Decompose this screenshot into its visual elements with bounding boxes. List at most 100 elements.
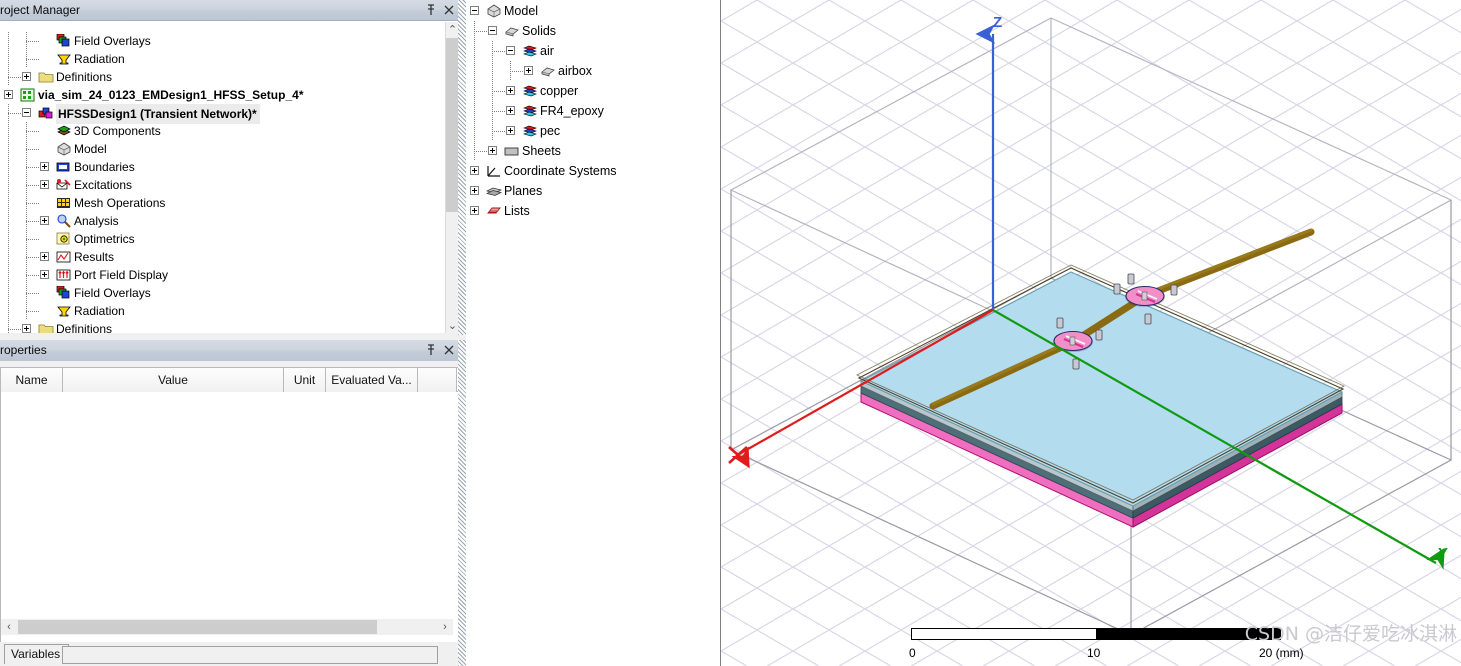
properties-column-blank[interactable] (418, 368, 457, 392)
pin-icon[interactable] (423, 342, 439, 358)
tab-variables[interactable]: Variables (4, 644, 70, 664)
project-tree-item-field-overlays-1[interactable]: Field Overlays (0, 32, 445, 50)
properties-hscrollbar-row: ‹ › (0, 619, 458, 637)
tree-toggle[interactable] (488, 26, 497, 35)
axis-triad (728, 24, 1445, 570)
properties-column-evaluated[interactable]: Evaluated Va... (326, 368, 418, 392)
tree-toggle[interactable] (506, 86, 515, 95)
properties-hscrollbar[interactable]: ‹ › (1, 619, 453, 635)
hscroll-left-button[interactable]: ‹ (1, 619, 17, 635)
properties-column-name[interactable]: Name (1, 368, 63, 392)
scale-tick-10: 10 (1087, 646, 1101, 660)
tree-toggle[interactable] (470, 206, 479, 215)
tree-toggle[interactable] (4, 90, 13, 99)
model-tree-item-air[interactable]: air (466, 41, 720, 61)
model-tree-label: airbox (558, 64, 593, 78)
model-tree-item-planes[interactable]: Planes (466, 181, 720, 201)
solid-icon (504, 24, 520, 38)
hscroll-thumb[interactable] (18, 620, 377, 634)
folder-icon (38, 322, 54, 333)
components-icon (56, 124, 72, 138)
lists-icon (486, 204, 502, 218)
material-icon (522, 44, 538, 58)
project-tree-item-model[interactable]: Model (0, 140, 445, 158)
project-tree-item-field-overlays-2[interactable]: Field Overlays (0, 284, 445, 302)
project-tree-item-definitions-1[interactable]: Definitions (0, 68, 445, 86)
model-tree-label: Coordinate Systems (504, 164, 617, 178)
project-tree-label: Radiation (74, 304, 125, 318)
properties-panel: roperties Name Value Unit Evaluated Va... (0, 340, 466, 666)
port-field-icon (56, 268, 72, 282)
project-tree-item-mesh-operations[interactable]: Mesh Operations (0, 194, 445, 212)
project-tree-item-3d-components[interactable]: 3D Components (0, 122, 445, 140)
tree-toggle[interactable] (470, 6, 479, 15)
close-icon[interactable] (441, 2, 457, 18)
model-tree-item-fr4-epoxy[interactable]: FR4_epoxy (466, 101, 720, 121)
project-tree-item-hfss-design[interactable]: HFSSDesign1 (Transient Network)* (0, 104, 445, 124)
tree-toggle[interactable] (506, 46, 515, 55)
model-tree-item-coordinate-systems[interactable]: Coordinate Systems (466, 161, 720, 181)
model-tree-panel[interactable]: Model Solids air airbox copper FR4_epoxy (466, 0, 720, 666)
project-tree-item-results[interactable]: Results (0, 248, 445, 266)
project-tree-item-radiation-1[interactable]: Radiation (0, 50, 445, 68)
model-tree-item-model[interactable]: Model (466, 1, 720, 21)
project-tree-label: Analysis (74, 214, 119, 228)
material-icon (522, 104, 538, 118)
dock-splitter-bottom[interactable] (458, 340, 466, 666)
properties-column-unit[interactable]: Unit (284, 368, 326, 392)
tree-toggle[interactable] (40, 252, 49, 261)
field-overlays-icon (56, 34, 72, 48)
chevron-right-icon: › (443, 621, 447, 633)
project-tree-label: Field Overlays (74, 286, 151, 300)
model-tree-item-pec[interactable]: pec (466, 121, 720, 141)
tree-toggle[interactable] (40, 180, 49, 189)
hscroll-right-button[interactable]: › (437, 619, 453, 635)
project-tree-item-project-root[interactable]: via_sim_24_0123_EMDesign1_HFSS_Setup_4* (0, 86, 445, 104)
model-tree-item-sheets[interactable]: Sheets (466, 141, 720, 161)
project-tree-item-definitions-2[interactable]: Definitions (0, 320, 445, 333)
project-tree-item-port-field-display[interactable]: Port Field Display (0, 266, 445, 284)
tree-toggle[interactable] (22, 72, 31, 81)
properties-titlebar: roperties (0, 340, 458, 361)
close-icon[interactable] (441, 342, 457, 358)
folder-icon (38, 70, 54, 84)
tree-toggle[interactable] (524, 66, 533, 75)
tree-toggle[interactable] (470, 166, 479, 175)
scale-tick-0: 0 (909, 646, 916, 660)
model-tree-label: Model (504, 4, 539, 18)
project-tree-item-radiation-2[interactable]: Radiation (0, 302, 445, 320)
tree-toggle[interactable] (506, 126, 515, 135)
tree-toggle[interactable] (488, 146, 497, 155)
project-manager-title: roject Manager (0, 3, 81, 17)
tree-toggle[interactable] (40, 162, 49, 171)
cs-icon (486, 164, 502, 178)
project-tree-item-boundaries[interactable]: Boundaries (0, 158, 445, 176)
tree-toggle[interactable] (22, 108, 31, 117)
project-tree-item-optimetrics[interactable]: Optimetrics (0, 230, 445, 248)
properties-column-value[interactable]: Value (63, 368, 284, 392)
project-tree-item-excitations[interactable]: Excitations (0, 176, 445, 194)
model-tree-item-lists[interactable]: Lists (466, 201, 720, 221)
tree-toggle[interactable] (40, 270, 49, 279)
tree-toggle[interactable] (40, 216, 49, 225)
pin-icon[interactable] (423, 2, 439, 18)
chevron-left-icon: ‹ (7, 621, 11, 633)
model-tree-item-solids[interactable]: Solids (466, 21, 720, 41)
application-window: roject Manager Field Overlays Radiation … (0, 0, 1461, 666)
3d-viewport[interactable]: Z X Y 0 10 20 (mm) CSDN @洁仔爱吃冰淇淋 (720, 0, 1461, 666)
properties-table-header: Name Value Unit Evaluated Va... (1, 368, 458, 392)
model-tree-item-airbox[interactable]: airbox (466, 61, 720, 81)
tree-toggle[interactable] (22, 324, 31, 333)
tree-toggle[interactable] (470, 186, 479, 195)
project-icon (20, 88, 36, 102)
project-tree-label: via_sim_24_0123_EMDesign1_HFSS_Setup_4* (38, 88, 304, 102)
project-tree[interactable]: Field Overlays Radiation Definitions via_… (0, 21, 458, 333)
dock-splitter-top[interactable] (458, 0, 466, 335)
model-tree-item-copper[interactable]: copper (466, 81, 720, 101)
project-tree-vscrollbar[interactable]: ⌃ ⌄ (445, 22, 459, 333)
project-tree-label: Mesh Operations (74, 196, 166, 210)
project-tree-item-analysis[interactable]: Analysis (0, 212, 445, 230)
project-tree-label: Radiation (74, 52, 125, 66)
tree-toggle[interactable] (506, 106, 515, 115)
project-tree-label: Port Field Display (74, 268, 169, 282)
